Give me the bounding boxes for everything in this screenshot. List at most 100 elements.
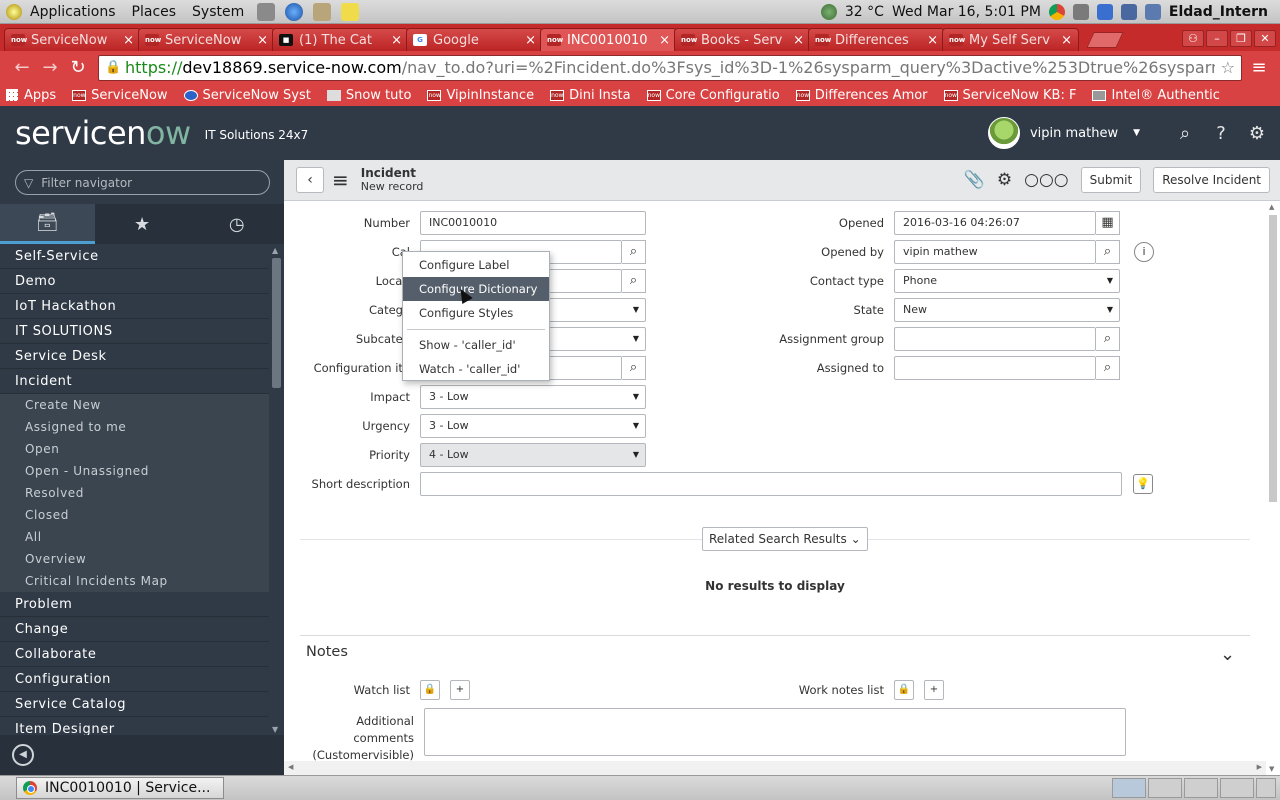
- tab-favorites[interactable]: ★: [95, 204, 190, 244]
- bookmark-item[interactable]: now Core Configuratio: [646, 88, 780, 103]
- close-tab-icon[interactable]: ×: [525, 33, 536, 48]
- mail-launcher-icon[interactable]: [313, 2, 332, 21]
- scroll-down-icon[interactable]: ▼: [1269, 765, 1274, 773]
- weather-text[interactable]: 32 °C: [845, 4, 884, 20]
- filter-navigator-input[interactable]: ▽ Filter navigator: [15, 170, 270, 195]
- system-menu[interactable]: System: [184, 4, 252, 20]
- calendar-icon[interactable]: ▦: [1096, 211, 1120, 235]
- state-select[interactable]: New: [894, 298, 1120, 322]
- collapse-nav-icon[interactable]: ◀: [12, 744, 34, 766]
- assignment-group-field[interactable]: [894, 327, 1096, 351]
- nav-item-it-solutions[interactable]: IT SOLUTIONS: [0, 319, 269, 344]
- nav-sub-critical-map[interactable]: Critical Incidents Map: [0, 570, 269, 592]
- nav-sub-open[interactable]: Open: [0, 438, 269, 460]
- bookmark-star-icon[interactable]: ☆: [1221, 58, 1235, 77]
- nav-item-self-service[interactable]: Self-Service: [0, 244, 269, 269]
- gnome-foot-icon[interactable]: [6, 3, 22, 20]
- nav-item-service-catalog[interactable]: Service Catalog: [0, 692, 269, 717]
- help-icon[interactable]: ?: [1210, 123, 1232, 144]
- gear-icon[interactable]: ⚙: [1246, 123, 1268, 144]
- assignment-group-search-icon[interactable]: ⌕: [1096, 327, 1120, 351]
- workspace-1[interactable]: [1112, 778, 1146, 798]
- forward-arrow-icon[interactable]: →: [36, 57, 64, 78]
- opened-field[interactable]: 2016-03-16 04:26:07: [894, 211, 1096, 235]
- nav-sub-closed[interactable]: Closed: [0, 504, 269, 526]
- nav-sub-overview[interactable]: Overview: [0, 548, 269, 570]
- tab-all-apps[interactable]: 🗃: [0, 204, 95, 244]
- assigned-to-field[interactable]: [894, 356, 1096, 380]
- impact-select[interactable]: 3 - Low: [420, 385, 646, 409]
- resolve-incident-button[interactable]: Resolve Incident: [1153, 167, 1270, 193]
- user-name[interactable]: Eldad_Intern: [1169, 4, 1268, 20]
- gear-icon[interactable]: ⚙: [997, 170, 1012, 190]
- user-menu[interactable]: vipin mathew ▼: [987, 117, 1140, 149]
- add-me-icon[interactable]: +: [924, 680, 944, 700]
- nav-item-demo[interactable]: Demo: [0, 269, 269, 294]
- back-arrow-icon[interactable]: ←: [8, 57, 36, 78]
- bookmark-item[interactable]: now Dini Insta: [550, 88, 631, 103]
- menu-configure-label[interactable]: Configure Label: [403, 253, 549, 277]
- bookmark-apps[interactable]: Apps: [6, 88, 56, 103]
- content-vertical-scrollbar[interactable]: ▲ ▼: [1266, 201, 1280, 775]
- nav-item-incident[interactable]: Incident: [0, 369, 269, 394]
- nav-sub-create-new[interactable]: Create New: [0, 394, 269, 416]
- notes-launcher-icon[interactable]: [341, 2, 360, 21]
- close-tab-icon[interactable]: ×: [257, 33, 268, 48]
- related-search-results-button[interactable]: Related Search Results ⌄: [702, 527, 868, 551]
- tab-history[interactable]: ◷: [189, 204, 284, 244]
- terminal-launcher-icon[interactable]: [257, 2, 276, 21]
- maximize-icon[interactable]: ❐: [1230, 30, 1252, 47]
- chrome-tray-icon[interactable]: [1048, 3, 1065, 20]
- nav-item-service-desk[interactable]: Service Desk: [0, 344, 269, 369]
- taskbar-window-button[interactable]: INC0010010 | Service...: [16, 777, 224, 799]
- opened-by-field[interactable]: vipin mathew: [894, 240, 1096, 264]
- battery-icon[interactable]: [1144, 3, 1161, 20]
- browser-tab-active[interactable]: now INC0010010 ×: [540, 28, 677, 51]
- network-globe-icon[interactable]: [820, 3, 837, 20]
- menu-configure-dictionary[interactable]: Configure Dictionary: [403, 277, 549, 301]
- close-tab-icon[interactable]: ×: [927, 33, 938, 48]
- contact-type-select[interactable]: Phone: [894, 269, 1120, 293]
- close-tab-icon[interactable]: ×: [659, 33, 670, 48]
- notes-section-title[interactable]: Notes: [306, 644, 348, 660]
- clock-text[interactable]: Wed Mar 16, 5:01 PM: [892, 4, 1041, 20]
- trash-icon[interactable]: [1256, 778, 1276, 798]
- browser-tab[interactable]: now ServiceNow ×: [138, 28, 275, 51]
- minimize-icon[interactable]: –: [1206, 30, 1228, 47]
- additional-comments-textarea[interactable]: [424, 708, 1126, 756]
- opened-by-lookup-search-icon[interactable]: ⌕: [1096, 240, 1120, 264]
- menu-show-caller-id[interactable]: Show - 'caller_id': [403, 333, 549, 357]
- browser-tab[interactable]: G Google ×: [406, 28, 543, 51]
- scroll-right-icon[interactable]: ▶: [1257, 763, 1262, 771]
- servicenow-logo[interactable]: servicenow: [15, 114, 191, 152]
- workspace-3[interactable]: [1184, 778, 1218, 798]
- assigned-to-search-icon[interactable]: ⌕: [1096, 356, 1120, 380]
- applications-menu[interactable]: Applications: [22, 4, 124, 20]
- browser-launcher-icon[interactable]: [285, 2, 304, 21]
- context-menu-icon[interactable]: ≡: [332, 168, 349, 192]
- chrome-menu-icon[interactable]: ≡: [1246, 57, 1272, 78]
- url-field[interactable]: 🔒 https:// dev18869.service-now.com /nav…: [98, 54, 1242, 81]
- volume-icon[interactable]: [1072, 3, 1089, 20]
- close-tab-icon[interactable]: ×: [793, 33, 804, 48]
- close-tab-icon[interactable]: ×: [123, 33, 134, 48]
- nav-item-problem[interactable]: Problem: [0, 592, 269, 617]
- scroll-left-icon[interactable]: ◀: [288, 763, 293, 771]
- bookmark-item[interactable]: ServiceNow Syst: [183, 88, 311, 103]
- submit-button[interactable]: Submit: [1080, 167, 1142, 193]
- nav-item-configuration[interactable]: Configuration: [0, 667, 269, 692]
- lock-icon[interactable]: 🔒: [894, 680, 914, 700]
- urgency-select[interactable]: 3 - Low: [420, 414, 646, 438]
- browser-tab[interactable]: now ServiceNow ×: [4, 28, 141, 51]
- nav-item-iot-hackathon[interactable]: IoT Hackathon: [0, 294, 269, 319]
- short-description-input[interactable]: [420, 472, 1122, 496]
- bookmark-item[interactable]: now ServiceNow: [72, 88, 168, 103]
- nav-sub-open-unassigned[interactable]: Open - Unassigned: [0, 460, 269, 482]
- workspace-4[interactable]: [1220, 778, 1254, 798]
- places-menu[interactable]: Places: [124, 4, 185, 20]
- paperclip-icon[interactable]: 📎: [964, 170, 985, 190]
- scroll-down-icon[interactable]: ▼: [272, 725, 278, 734]
- nav-scrollbar[interactable]: ▲ ▼: [269, 244, 284, 736]
- info-icon[interactable]: i: [1134, 242, 1154, 262]
- back-button[interactable]: ‹: [296, 167, 324, 193]
